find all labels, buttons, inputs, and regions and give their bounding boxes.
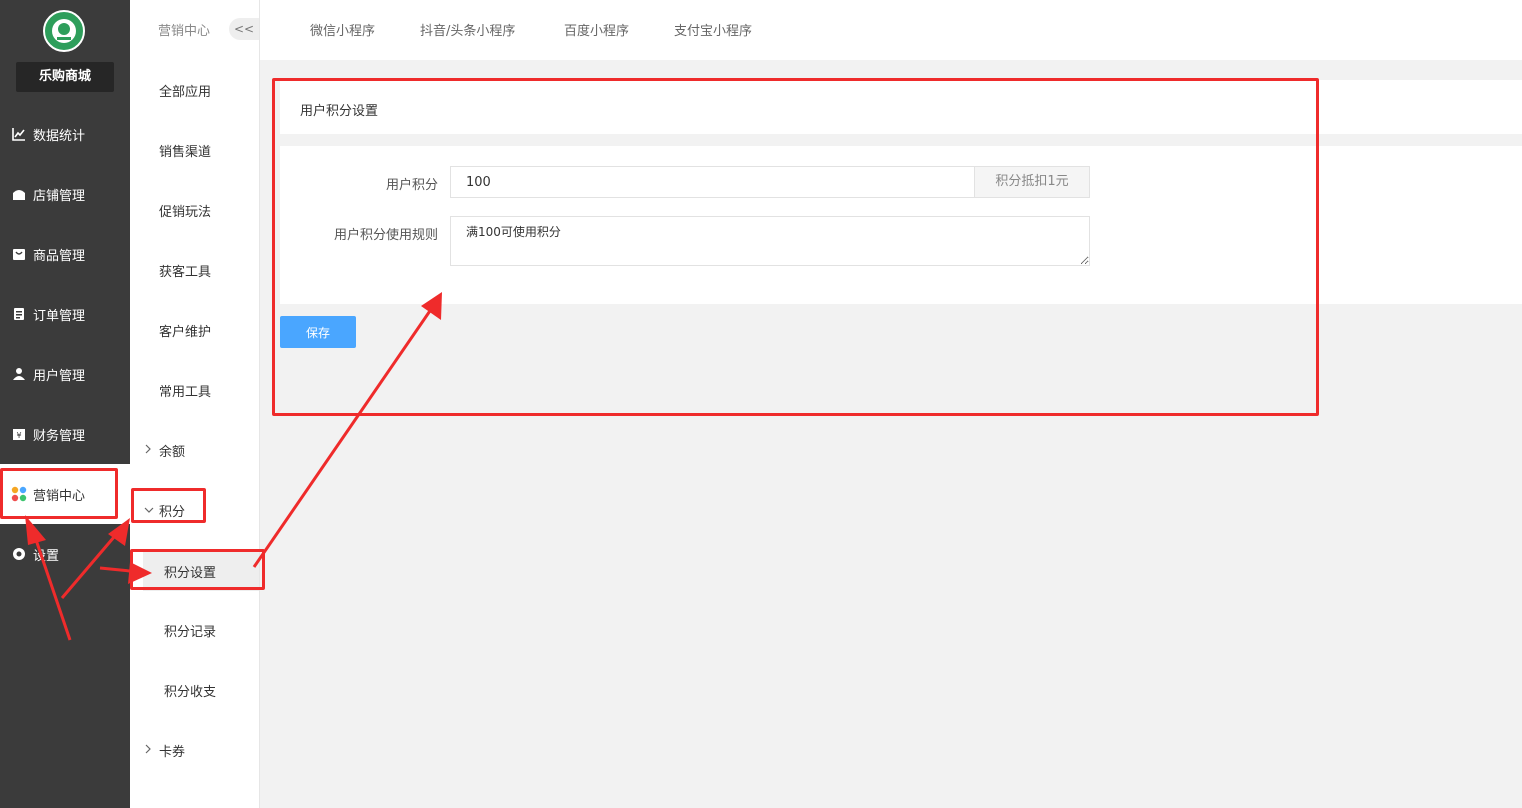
submenu-header: 营销中心 << (130, 0, 259, 60)
submenu-item-points[interactable]: 积分 (130, 480, 259, 540)
marketing-submenu: 营销中心 << 全部应用 销售渠道 促销玩法 获客工具 客户维护 常用工具 余额… (130, 0, 260, 808)
submenu-item-label: 余额 (159, 444, 186, 460)
chevron-right-icon (144, 744, 154, 757)
submenu-item-customer-care[interactable]: 客户维护 (130, 300, 259, 360)
sidebar-item-users[interactable]: 用户管理 (0, 344, 130, 404)
sidebar-item-goods[interactable]: 商品管理 (0, 224, 130, 284)
finance-icon: ¥ (11, 426, 27, 442)
submenu-item-sales-channel[interactable]: 销售渠道 (130, 120, 259, 180)
points-input-group: 积分抵扣1元 (450, 166, 1090, 198)
sidebar-item-settings[interactable]: 设置 (0, 524, 130, 584)
svg-text:¥: ¥ (16, 431, 21, 440)
save-button[interactable]: 保存 (280, 316, 356, 348)
submenu-item-points-records[interactable]: 积分记录 (130, 600, 259, 660)
sidebar-item-label: 用户管理 (33, 368, 86, 384)
sidebar-item-shop[interactable]: 店铺管理 (0, 164, 130, 224)
tab-douyin[interactable]: 抖音/头条小程序 (420, 20, 515, 39)
points-label: 用户积分 (385, 178, 438, 193)
sidebar-item-marketing[interactable]: 营销中心 (0, 464, 130, 524)
submenu-item-all-apps[interactable]: 全部应用 (130, 60, 259, 120)
points-rule-label: 用户积分使用规则 (333, 228, 438, 243)
platform-tab-bar: 微信小程序 抖音/头条小程序 百度小程序 支付宝小程序 (260, 0, 1522, 60)
submenu-item-label: 常用工具 (159, 384, 212, 400)
user-icon (11, 366, 27, 382)
collapse-submenu-button[interactable]: << (229, 18, 259, 40)
page-title: 用户积分设置 (300, 104, 379, 119)
gear-icon (11, 546, 27, 562)
main-sidebar: 乐购商城 数据统计 店铺管理 商品管理 订单管理 用户管理 ¥ 财务管理 营销中… (0, 0, 130, 808)
shop-icon (11, 186, 27, 202)
submenu-item-points-settings[interactable]: 积分设置 (143, 551, 259, 591)
submenu-item-promotion[interactable]: 促销玩法 (130, 180, 259, 240)
marketing-icon (11, 486, 27, 502)
points-settings-header: 用户积分设置 (280, 80, 1522, 134)
sidebar-item-label: 商品管理 (33, 248, 86, 264)
submenu-item-label: 促销玩法 (159, 204, 212, 220)
sidebar-item-label: 数据统计 (33, 128, 86, 144)
sidebar-item-label: 财务管理 (33, 428, 86, 444)
tab-alipay[interactable]: 支付宝小程序 (674, 20, 752, 39)
points-settings-form: 用户积分 积分抵扣1元 用户积分使用规则 满100可使用积分 (280, 146, 1522, 304)
sidebar-item-label: 营销中心 (33, 488, 86, 504)
shop-name: 乐购商城 (16, 62, 114, 92)
submenu-item-label: 积分收支 (164, 684, 217, 700)
tab-baidu[interactable]: 百度小程序 (564, 20, 629, 39)
chevron-down-icon (144, 504, 154, 517)
submenu-item-balance[interactable]: 余额 (130, 420, 259, 480)
submenu-item-common-tools[interactable]: 常用工具 (130, 360, 259, 420)
points-input[interactable] (451, 167, 974, 197)
chart-line-icon (11, 126, 27, 142)
sidebar-item-label: 店铺管理 (33, 188, 86, 204)
submenu-item-label: 全部应用 (159, 84, 212, 100)
chevron-right-icon (144, 444, 154, 457)
submenu-item-label: 积分记录 (164, 624, 217, 640)
submenu-item-acquisition[interactable]: 获客工具 (130, 240, 259, 300)
sidebar-item-label: 订单管理 (33, 308, 86, 324)
submenu-item-label: 卡券 (159, 744, 186, 760)
sidebar-item-finance[interactable]: ¥ 财务管理 (0, 404, 130, 464)
sidebar-item-orders[interactable]: 订单管理 (0, 284, 130, 344)
shop-logo (43, 10, 85, 52)
submenu-item-coupons[interactable]: 卡券 (130, 720, 259, 780)
clipboard-icon (11, 306, 27, 322)
submenu-title: 营销中心 (158, 24, 211, 39)
submenu-item-label: 销售渠道 (159, 144, 212, 160)
logo-emblem-icon (52, 19, 76, 43)
submenu-item-label: 客户维护 (159, 324, 212, 340)
tab-wechat[interactable]: 微信小程序 (310, 20, 375, 39)
points-suffix: 积分抵扣1元 (974, 167, 1089, 197)
sidebar-item-data-stats[interactable]: 数据统计 (0, 104, 130, 164)
submenu-item-label: 获客工具 (159, 264, 212, 280)
submenu-item-label: 积分 (159, 504, 186, 520)
submenu-item-points-ledger[interactable]: 积分收支 (130, 660, 259, 720)
sidebar-item-label: 设置 (33, 548, 60, 564)
goods-icon (11, 246, 27, 262)
submenu-item-label: 积分设置 (164, 565, 217, 581)
points-rule-textarea[interactable]: 满100可使用积分 (450, 216, 1090, 266)
